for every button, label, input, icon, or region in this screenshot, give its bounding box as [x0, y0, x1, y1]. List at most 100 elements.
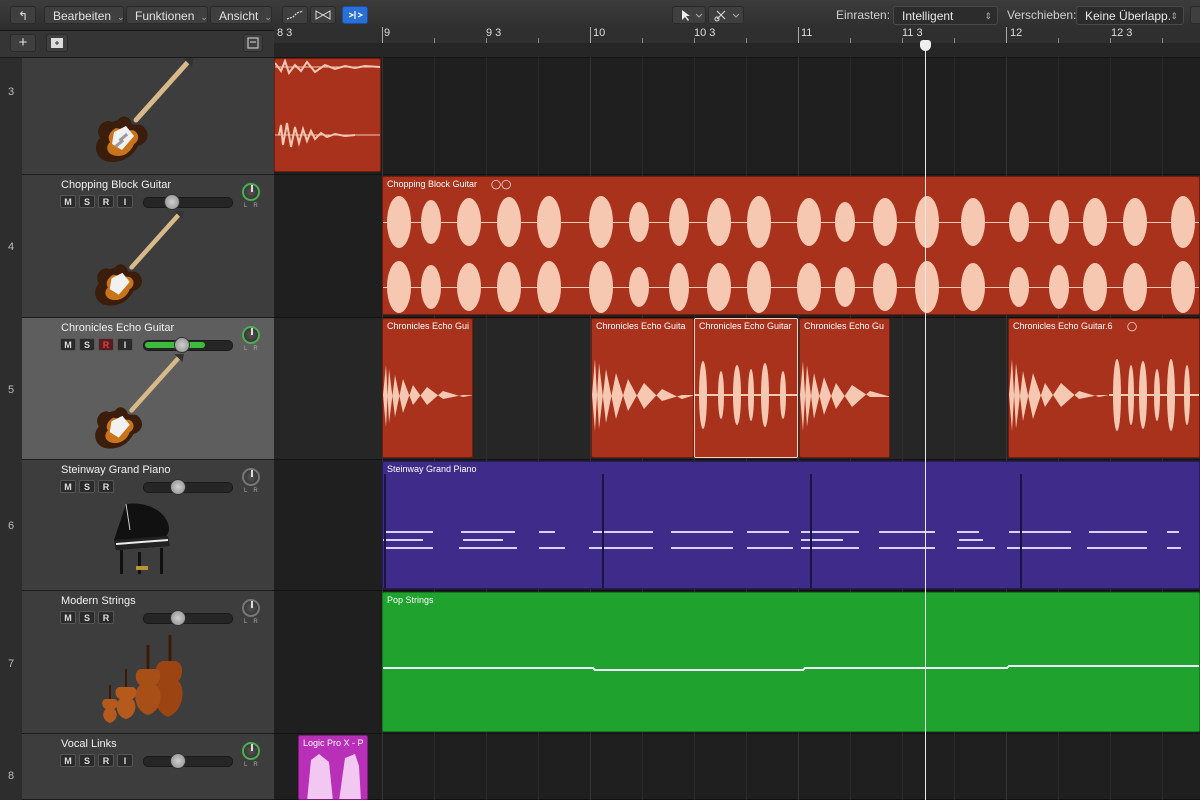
chevron-down-icon: ⌄ [200, 12, 208, 22]
track-header-modern-strings[interactable]: Modern Strings M S R LR [22, 591, 274, 734]
snap-select[interactable]: Intelligent ⇕ [893, 6, 998, 25]
volume-fader[interactable] [143, 610, 233, 626]
audio-region[interactable] [274, 58, 381, 172]
pan-knob[interactable] [242, 326, 260, 344]
solo-button[interactable]: S [79, 480, 95, 493]
solo-button[interactable]: S [79, 754, 95, 767]
mute-button[interactable]: M [60, 611, 76, 624]
marquee-tool[interactable] [708, 6, 744, 24]
ruler-label: 9 [384, 27, 391, 39]
mute-button[interactable]: M [60, 195, 76, 208]
fader-knob[interactable] [170, 479, 186, 495]
flex-button[interactable] [310, 6, 336, 24]
pointer-tool[interactable] [672, 6, 706, 24]
audio-region-echo[interactable]: Chronicles Echo Gui [382, 318, 473, 458]
chevron-down-icon: ⌄ [264, 12, 272, 22]
menu-label: Bearbeiten [53, 9, 112, 23]
back-button[interactable]: ↰ [10, 6, 36, 24]
pan-knob[interactable] [242, 468, 260, 486]
mute-button[interactable]: M [60, 338, 76, 351]
track-number: 8 [7, 770, 15, 782]
drag-value: Keine Überlapp. [1085, 9, 1172, 23]
fader-knob[interactable] [164, 194, 180, 210]
ruler-tick [382, 27, 383, 43]
ruler-label: 12 3 [1111, 27, 1133, 39]
volume-fader[interactable] [143, 753, 233, 769]
waveform [275, 59, 380, 148]
track-header-steinway-grand-piano[interactable]: Steinway Grand Piano M S R LR [22, 460, 274, 591]
global-tracks-button[interactable] [243, 34, 263, 52]
record-enable-button[interactable]: R [98, 754, 114, 767]
input-monitor-button[interactable]: I [117, 195, 133, 208]
add-track-button[interactable]: + [10, 34, 36, 52]
track-header-vocal-links[interactable]: Vocal Links M S R I LR [22, 734, 274, 800]
track-header-toolbar: + [0, 31, 274, 58]
volume-fader[interactable] [143, 479, 233, 495]
drag-select[interactable]: Keine Überlapp. ⇕ [1076, 6, 1184, 25]
grand-piano-icon [106, 500, 178, 580]
marker-lane[interactable] [274, 43, 1200, 58]
playhead-handle[interactable] [920, 40, 931, 51]
electric-guitar-icon [82, 354, 192, 454]
fader-knob[interactable] [174, 337, 190, 353]
new-track-dup-button[interactable] [46, 34, 68, 52]
mute-button[interactable]: M [60, 754, 76, 767]
automation-button[interactable] [282, 6, 308, 24]
audio-region-echo-selected[interactable]: Chronicles Echo Guitar [694, 318, 798, 458]
input-monitor-button[interactable]: I [117, 754, 133, 767]
fader-knob[interactable] [170, 610, 186, 626]
audio-region-chopping-block[interactable]: Chopping Block Guitar ◯◯ [382, 176, 1200, 315]
mute-button[interactable]: M [60, 480, 76, 493]
track-lane[interactable] [274, 734, 1200, 800]
plus-icon: + [18, 34, 28, 51]
midi-region-piano[interactable]: Steinway Grand Piano [382, 461, 1200, 589]
automation-icon [286, 10, 304, 20]
track-name: Modern Strings [61, 595, 136, 607]
bar-ruler[interactable]: 8 3 9 9 3 10 10 3 11 11 3 12 12 3 [274, 27, 1200, 43]
waveform [1009, 359, 1199, 431]
menu-ansicht[interactable]: Ansicht ⌄ [210, 6, 272, 24]
solo-button[interactable]: S [79, 195, 95, 208]
menu-label: Funktionen [135, 9, 195, 23]
pan-lr-label: LR [244, 762, 264, 768]
ruler-tick [798, 27, 799, 43]
ruler-label: 11 [801, 27, 813, 39]
track-name: Chronicles Echo Guitar [61, 322, 175, 334]
catch-icon [348, 11, 364, 19]
menu-funktionen[interactable]: Funktionen ⌄ [126, 6, 208, 24]
waveform [695, 361, 797, 429]
menu-label: Ansicht [219, 9, 259, 23]
track-header[interactable] [22, 58, 274, 175]
volume-fader[interactable] [143, 337, 233, 353]
toolbar-overflow[interactable] [1190, 6, 1200, 24]
menu-bearbeiten[interactable]: Bearbeiten ⌄ [44, 6, 125, 24]
track-number: 3 [7, 86, 15, 98]
track-header-chronicles-echo-guitar[interactable]: Chronicles Echo Guitar M S R I LR [22, 318, 274, 460]
solo-button[interactable]: S [79, 611, 95, 624]
solo-button[interactable]: S [79, 338, 95, 351]
automation-line [383, 665, 1199, 671]
electric-guitar-icon [82, 58, 202, 168]
midi-region-strings[interactable]: Pop Strings [382, 592, 1200, 732]
record-enable-button[interactable]: R [98, 195, 114, 208]
fader-knob[interactable] [170, 753, 186, 769]
audio-region-echo[interactable]: Chronicles Echo Guitar.6 ◯ [1008, 318, 1200, 458]
pan-knob[interactable] [242, 183, 260, 201]
track-lane[interactable] [274, 58, 1200, 175]
pan-knob[interactable] [242, 742, 260, 760]
volume-fader[interactable] [143, 194, 233, 210]
audio-region-echo[interactable]: Chronicles Echo Gu [799, 318, 890, 458]
record-enable-button[interactable]: R [98, 338, 114, 351]
playhead[interactable] [925, 40, 926, 800]
record-enable-button[interactable]: R [98, 480, 114, 493]
record-enable-button[interactable]: R [98, 611, 114, 624]
audio-region-echo[interactable]: Chronicles Echo Guita [591, 318, 694, 458]
catch-button[interactable] [342, 6, 368, 24]
track-number: 4 [7, 241, 15, 253]
track-header-chopping-block-guitar[interactable]: Chopping Block Guitar M S R I LR [22, 175, 274, 318]
pan-knob[interactable] [242, 599, 260, 617]
audio-region-vocal[interactable]: Logic Pro X - P [298, 735, 368, 800]
snap-value: Intelligent [902, 9, 954, 23]
ruler-label: 10 3 [694, 27, 716, 39]
input-monitor-button[interactable]: I [117, 338, 133, 351]
